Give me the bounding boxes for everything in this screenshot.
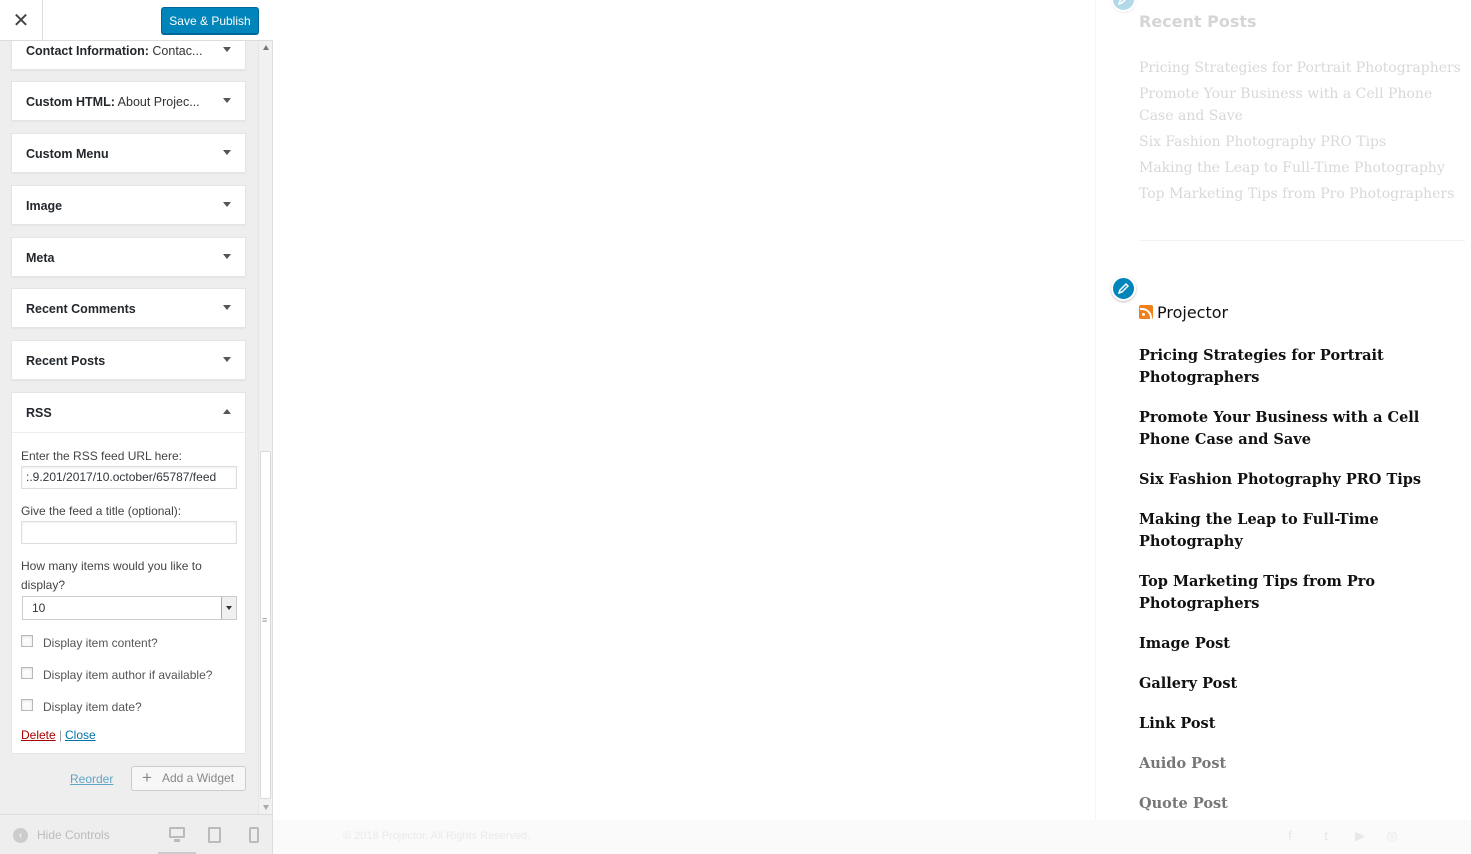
sidebar-scrollbar[interactable] xyxy=(258,41,272,814)
widget-rss: RSS Enter the RSS feed URL here: :.9.201… xyxy=(11,392,246,754)
widget-recent-posts[interactable]: Recent Posts xyxy=(11,340,246,380)
plus-icon: + xyxy=(142,768,152,787)
mobile-icon[interactable] xyxy=(249,827,265,843)
widget-subtitle: About Projec... xyxy=(114,95,200,109)
scroll-up-arrow-icon[interactable] xyxy=(263,45,269,50)
add-widget-label: Add a Widget xyxy=(162,771,235,785)
recent-posts-heading: Recent Posts xyxy=(1139,12,1257,31)
widget-title: RSS xyxy=(26,406,52,420)
rss-feed-item[interactable]: Link Post xyxy=(1139,713,1469,735)
widget-list[interactable]: Contact Information: Contac... Custom HT… xyxy=(0,41,258,814)
expand-arrow-icon[interactable] xyxy=(223,305,231,310)
items-count-select[interactable]: 10 xyxy=(22,596,237,620)
items-count-label: How many items would you like to display… xyxy=(21,559,202,592)
expand-arrow-icon[interactable] xyxy=(223,98,231,103)
display-content-checkbox[interactable] xyxy=(21,635,33,647)
widget-image[interactable]: Image xyxy=(11,185,246,225)
widget-contact-information[interactable]: Contact Information: Contac... xyxy=(11,41,246,70)
widget-custom-html[interactable]: Custom HTML: About Projec... xyxy=(11,81,246,121)
feed-title-input[interactable] xyxy=(21,521,237,544)
preview-sidebar-divider xyxy=(1095,0,1096,820)
collapse-arrow-icon: ‹ xyxy=(13,827,28,843)
display-date-label: Display item date? xyxy=(43,700,142,714)
youtube-icon[interactable]: ▶ xyxy=(1353,829,1367,843)
rss-feed-item[interactable]: Image Post xyxy=(1139,633,1469,655)
rss-feed-item[interactable]: Pricing Strategies for Portrait Photogra… xyxy=(1139,345,1469,389)
customizer-footer: ‹ Hide Controls xyxy=(0,814,272,854)
copyright-text: © 2018 Projector. All Rights Reserved. xyxy=(343,830,531,842)
display-content-label: Display item content? xyxy=(43,636,158,650)
expand-arrow-icon[interactable] xyxy=(223,254,231,259)
rss-feed-item[interactable]: Top Marketing Tips from Pro Photographer… xyxy=(1139,571,1469,615)
close-customizer-icon[interactable]: ✕ xyxy=(0,0,43,41)
widget-title: Custom Menu xyxy=(26,147,109,161)
recent-posts-list: Pricing Strategies for Portrait Photogra… xyxy=(1139,57,1469,209)
widget-title: Recent Posts xyxy=(26,354,106,368)
hide-controls-label: Hide Controls xyxy=(37,828,110,842)
rss-feed-title[interactable]: Projector xyxy=(1157,303,1228,322)
edit-widget-shortcut-icon[interactable] xyxy=(1111,0,1136,12)
save-publish-button[interactable]: Save & Publish xyxy=(161,7,259,34)
desktop-icon[interactable] xyxy=(169,827,185,843)
widget-title: Custom HTML: xyxy=(26,95,115,109)
widget-separator xyxy=(1139,240,1465,241)
expand-arrow-icon[interactable] xyxy=(223,357,231,362)
widget-title: Meta xyxy=(26,251,55,265)
widget-recent-comments[interactable]: Recent Comments xyxy=(11,288,246,328)
facebook-icon[interactable]: f xyxy=(1283,829,1297,843)
items-count-value: 10 xyxy=(32,601,46,615)
site-preview: Recent Posts Pricing Strategies for Port… xyxy=(273,0,1471,854)
dropdown-arrow-icon[interactable] xyxy=(221,597,236,619)
recent-post-link[interactable]: Pricing Strategies for Portrait Photogra… xyxy=(1139,57,1469,79)
widget-title: Image xyxy=(26,199,63,213)
display-author-label: Display item author if available? xyxy=(43,668,213,682)
rss-feed-item[interactable]: Promote Your Business with a Cell Phone … xyxy=(1139,407,1469,451)
rss-feed-item[interactable]: Making the Leap to Full-Time Photography xyxy=(1139,509,1469,553)
tablet-icon[interactable] xyxy=(208,827,224,843)
rss-url-input[interactable]: :.9.201/2017/10.october/65787/feed xyxy=(21,466,237,489)
expand-arrow-icon[interactable] xyxy=(223,47,231,52)
scrollbar-thumb[interactable] xyxy=(260,451,271,799)
recent-post-link[interactable]: Six Fashion Photography PRO Tips xyxy=(1139,131,1469,153)
delete-widget-link[interactable]: Delete xyxy=(21,728,56,742)
rss-feed-item[interactable]: Quote Post xyxy=(1139,793,1469,815)
link-separator: | xyxy=(59,728,63,742)
recent-post-link[interactable]: Promote Your Business with a Cell Phone … xyxy=(1139,83,1469,127)
widget-custom-menu[interactable]: Custom Menu xyxy=(11,133,246,173)
expand-arrow-icon[interactable] xyxy=(223,150,231,155)
widget-title: Recent Comments xyxy=(26,302,136,316)
widget-subtitle: Contac... xyxy=(148,44,203,58)
rss-feed-list: Pricing Strategies for Portrait Photogra… xyxy=(1139,345,1469,833)
hide-controls-button[interactable]: ‹ Hide Controls xyxy=(13,827,110,843)
rss-feed-item[interactable]: Six Fashion Photography PRO Tips xyxy=(1139,469,1469,491)
widget-meta[interactable]: Meta xyxy=(11,237,246,277)
expand-arrow-icon[interactable] xyxy=(223,202,231,207)
display-author-checkbox[interactable] xyxy=(21,667,33,679)
rss-feed-item[interactable]: Auido Post xyxy=(1139,753,1469,775)
widget-title: Contact Information: xyxy=(26,44,149,58)
rss-widget-header[interactable]: RSS xyxy=(12,393,245,433)
rss-feed-heading: Projector xyxy=(1139,301,1228,323)
customizer-sidebar: ✕ Save & Publish Contact Information: Co… xyxy=(0,0,273,854)
customizer-header: ✕ Save & Publish xyxy=(0,0,273,41)
recent-post-link[interactable]: Making the Leap to Full-Time Photography xyxy=(1139,157,1469,179)
display-date-checkbox[interactable] xyxy=(21,699,33,711)
rss-icon[interactable] xyxy=(1139,305,1153,319)
instagram-icon[interactable]: ◎ xyxy=(1385,829,1399,843)
rss-feed-item[interactable]: Gallery Post xyxy=(1139,673,1469,695)
rss-url-label: Enter the RSS feed URL here: xyxy=(21,449,182,463)
scroll-down-arrow-icon[interactable] xyxy=(263,805,269,810)
edit-widget-shortcut-icon[interactable] xyxy=(1111,276,1136,301)
add-widget-button[interactable]: + Add a Widget xyxy=(131,766,246,791)
site-footer: © 2018 Projector. All Rights Reserved. f… xyxy=(273,820,1471,854)
reorder-link[interactable]: Reorder xyxy=(70,772,113,786)
feed-title-label: Give the feed a title (optional): xyxy=(21,504,182,518)
close-widget-link[interactable]: Close xyxy=(65,728,96,742)
collapse-arrow-icon[interactable] xyxy=(223,409,231,414)
twitter-icon[interactable]: t xyxy=(1319,829,1333,843)
recent-post-link[interactable]: Top Marketing Tips from Pro Photographer… xyxy=(1139,183,1469,205)
